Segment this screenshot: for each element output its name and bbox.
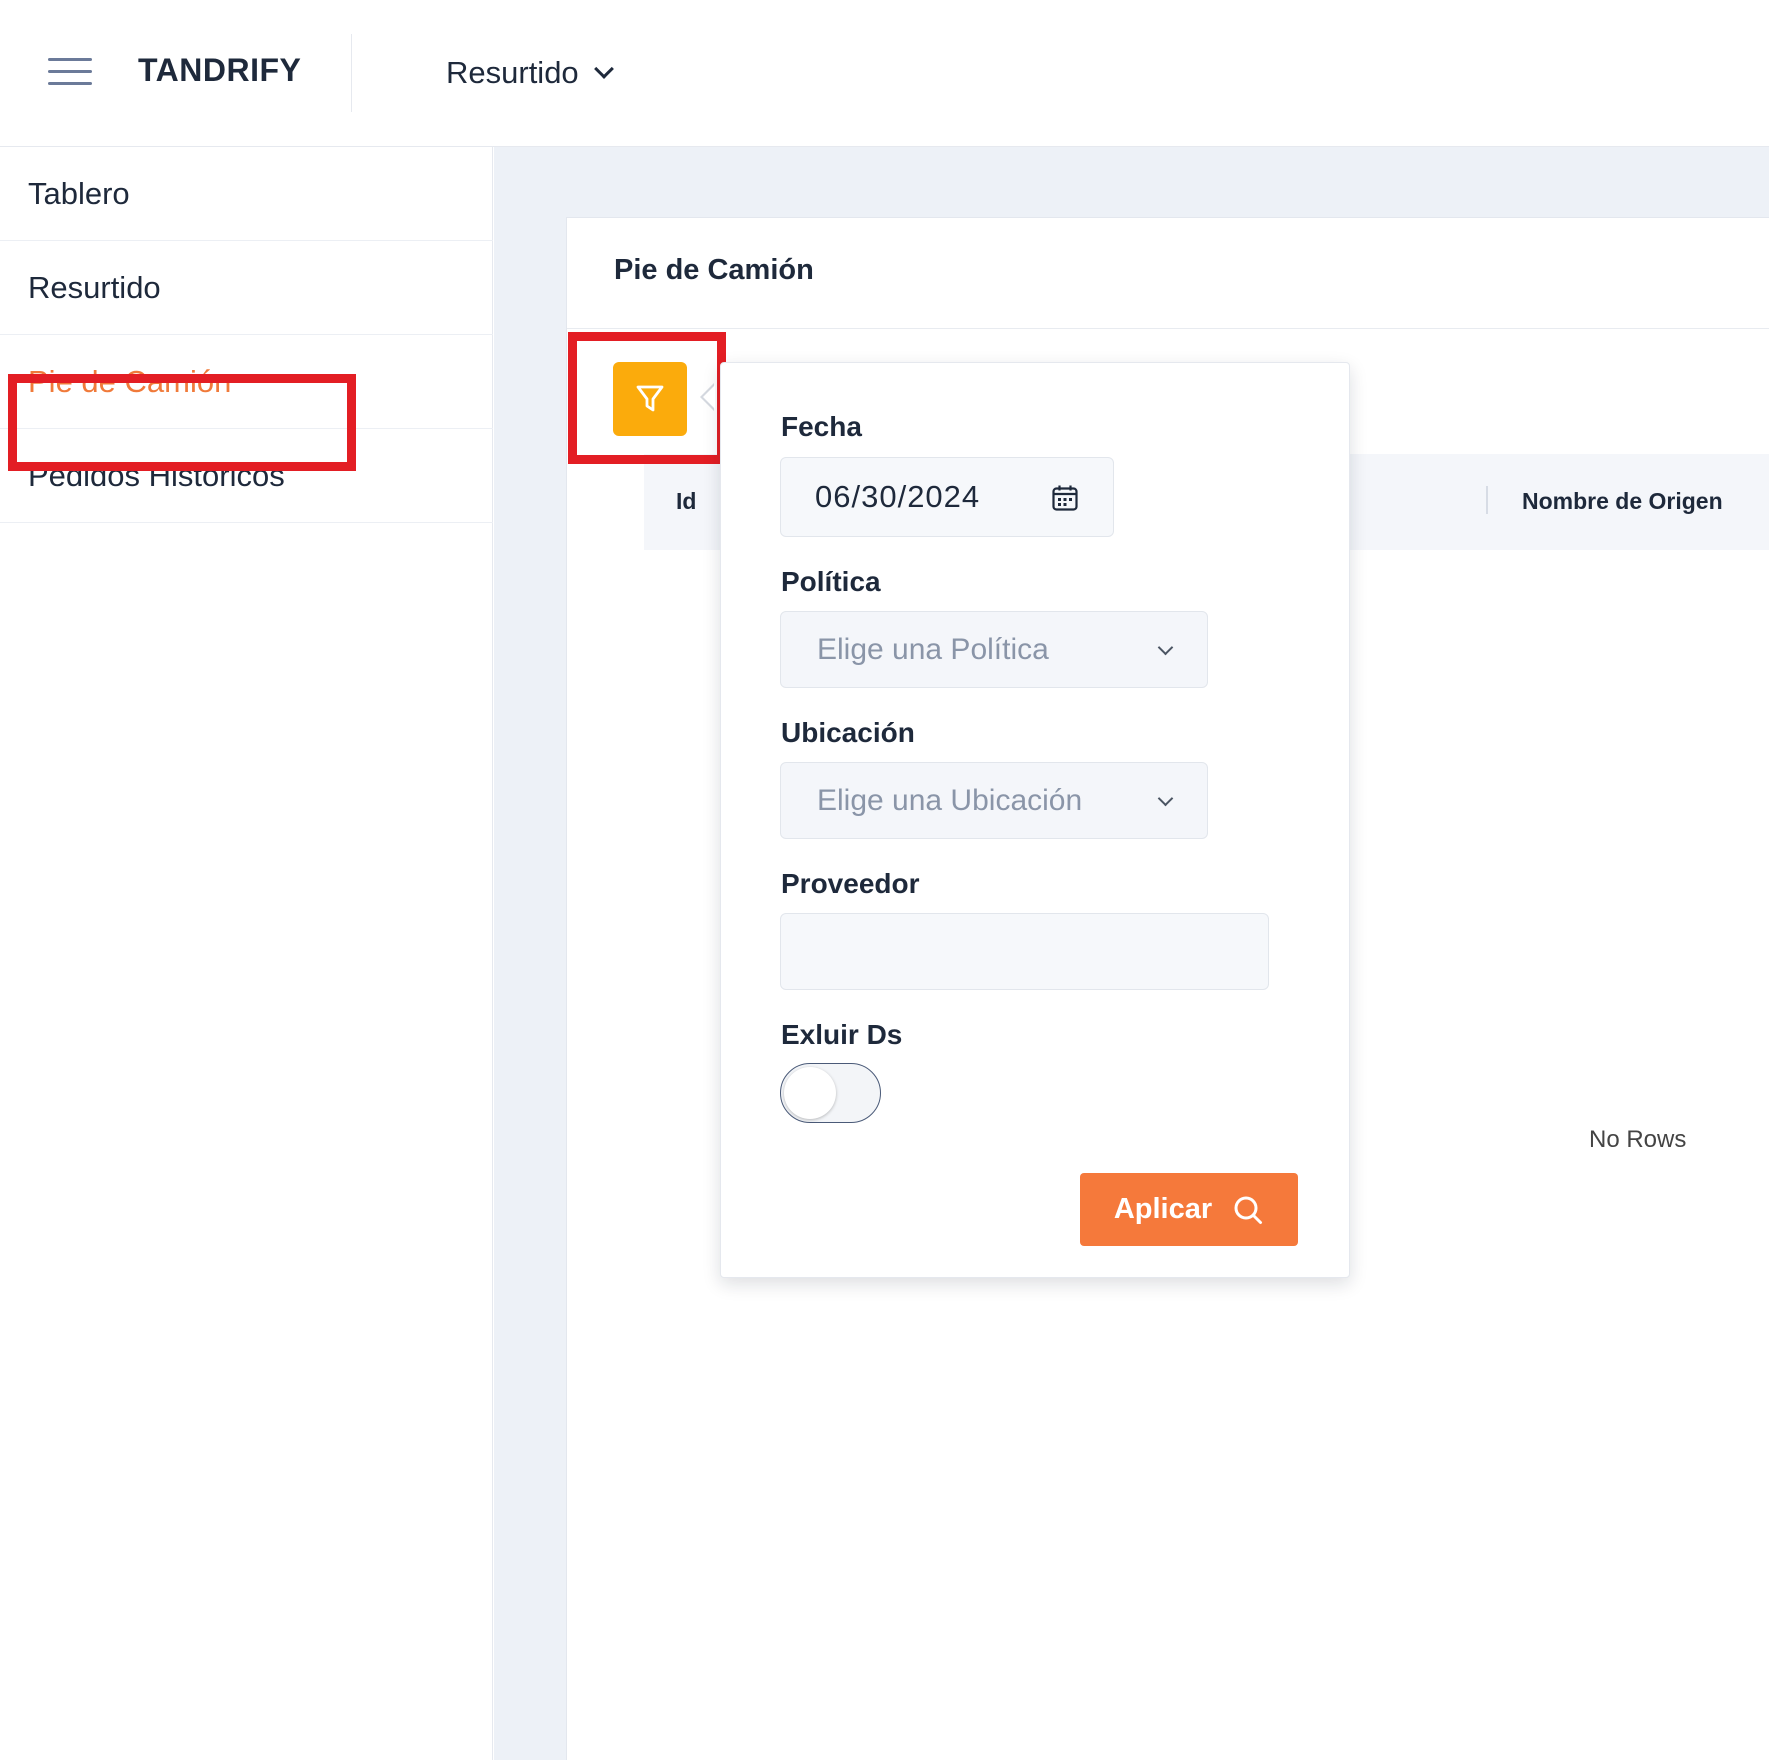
ubicacion-label: Ubicación: [781, 717, 915, 748]
sidebar-item-label: Tablero: [28, 175, 130, 211]
column-header-nombre-de-origen[interactable]: Nombre de Origen: [1522, 488, 1723, 515]
page-title: Pie de Camión: [614, 254, 814, 286]
toggle-knob: [784, 1067, 836, 1119]
proveedor-label: Proveedor: [781, 868, 920, 899]
sidebar: Tablero Resurtido Pie de Camión Pedidos …: [0, 147, 493, 1760]
hamburger-menu-icon[interactable]: [48, 56, 92, 88]
fecha-label: Fecha: [781, 411, 862, 442]
sidebar-item-label: Resurtido: [28, 269, 161, 305]
apply-button-label: Aplicar: [1113, 1193, 1213, 1225]
politica-placeholder: Elige una Política: [817, 632, 1049, 666]
module-dropdown-label: Resurtido: [446, 55, 579, 90]
no-rows-message: No Rows: [1589, 1126, 1687, 1153]
ubicacion-placeholder: Elige una Ubicación: [817, 783, 1083, 817]
column-header-id[interactable]: Id: [676, 488, 696, 515]
popover-arrow-inner: [703, 385, 715, 409]
sidebar-item-pedidos-historicos[interactable]: Pedidos Históricos: [0, 429, 493, 523]
exluir-ds-label: Exluir Ds: [781, 1019, 903, 1050]
funnel-icon: [636, 385, 664, 412]
top-header: TANDRIFY Resurtido: [0, 0, 1769, 147]
exluir-ds-toggle[interactable]: [780, 1063, 881, 1123]
proveedor-input[interactable]: [780, 913, 1269, 990]
brand-logo-text: TANDRIFY: [138, 52, 302, 88]
calendar-icon[interactable]: [1051, 484, 1079, 512]
card-divider: [567, 328, 1769, 329]
module-dropdown[interactable]: Resurtido: [446, 52, 614, 94]
politica-select[interactable]: Elige una Política: [780, 611, 1208, 688]
sidebar-item-resurtido[interactable]: Resurtido: [0, 241, 493, 335]
sidebar-item-label: Pedidos Históricos: [28, 457, 285, 493]
filter-button[interactable]: [613, 362, 687, 436]
search-icon: [1234, 1196, 1263, 1224]
politica-label: Política: [781, 566, 881, 597]
fecha-value: 06/30/2024: [815, 479, 981, 514]
header-divider: [351, 34, 352, 112]
fecha-date-input[interactable]: 06/30/2024: [780, 457, 1114, 537]
chevron-down-icon: [593, 59, 614, 79]
apply-button[interactable]: Aplicar: [1080, 1173, 1298, 1246]
filter-popover: Fecha 06/30/2024 Política Elige una Polí…: [720, 362, 1350, 1278]
sidebar-item-label: Pie de Camión: [28, 363, 232, 399]
chevron-down-icon: [1157, 639, 1174, 656]
sidebar-item-tablero[interactable]: Tablero: [0, 147, 493, 241]
chevron-down-icon: [1157, 790, 1174, 807]
ubicacion-select[interactable]: Elige una Ubicación: [780, 762, 1208, 839]
column-separator[interactable]: [1486, 486, 1488, 514]
sidebar-item-pie-de-camion[interactable]: Pie de Camión: [0, 335, 493, 429]
